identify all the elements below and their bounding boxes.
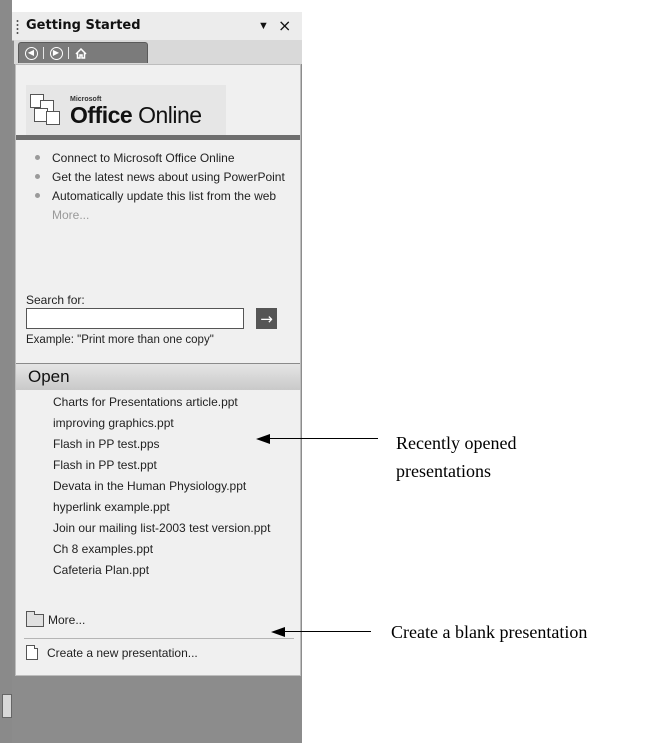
annotation-line [283,631,371,632]
bullet-icon [35,174,40,179]
logo-brand-text: Office Online [70,102,202,129]
link-connect-office-online[interactable]: Connect to Microsoft Office Online [16,151,300,165]
search-go-button[interactable]: → [256,308,277,329]
recent-file-item[interactable]: Charts for Presentations article.ppt [16,395,300,409]
application-window-edge [0,0,12,743]
online-more-link[interactable]: More... [16,208,300,222]
task-pane-title: Getting Started [26,18,141,33]
open-more-link[interactable]: More... [26,610,85,627]
annotation-blank-presentation: Create a blank presentation [391,622,588,642]
task-pane: Getting Started ▼ × ◀ ▶ Microsoft Office… [12,12,302,743]
bullet-icon [35,155,40,160]
annotation-arrowhead [271,627,285,637]
folder-open-icon [26,610,44,627]
recent-file-item[interactable]: Flash in PP test.ppt [16,458,300,472]
search-label: Search for: [26,293,85,307]
annotation-line [268,438,378,439]
annotation-recent-line2: presentations [396,461,491,481]
office-online-logo[interactable]: Microsoft Office Online [26,85,226,135]
navigation-toolbar: ◀ ▶ [14,40,302,64]
annotation-recent-line1: Recently opened [396,433,517,453]
search-input[interactable] [26,308,244,329]
logo-brand-rest: Online [132,102,202,128]
back-arrow-icon: ◀ [24,46,38,60]
window-edge-tab [2,694,12,718]
recent-file-item[interactable]: Join our mailing list-2003 test version.… [16,521,300,535]
link-latest-news[interactable]: Get the latest news about using PowerPoi… [16,170,300,184]
recent-file-item[interactable]: Cafeteria Plan.ppt [16,563,300,577]
home-button[interactable] [69,43,93,63]
grip-handle-icon[interactable] [16,19,19,35]
back-button[interactable]: ◀ [19,43,43,63]
bullet-icon [35,193,40,198]
recent-files-list: Charts for Presentations article.ppt imp… [16,395,300,584]
close-button[interactable]: × [278,16,291,35]
section-divider [24,638,294,639]
task-pane-header: Getting Started ▼ × [12,12,302,41]
new-document-icon [26,645,38,660]
office-online-links: Connect to Microsoft Office Online Get t… [16,151,300,222]
open-section-header: Open [16,363,300,390]
forward-button[interactable]: ▶ [44,43,68,63]
open-section-title: Open [28,367,70,386]
recent-file-item[interactable]: Ch 8 examples.ppt [16,542,300,556]
recent-file-item[interactable]: Devata in the Human Physiology.ppt [16,479,300,493]
office-logo-icon [30,94,64,126]
task-pane-content: Microsoft Office Online Connect to Micro… [15,64,301,676]
logo-divider [16,135,300,140]
navigation-button-group: ◀ ▶ [18,42,148,63]
create-new-presentation-link[interactable]: Create a new presentation... [26,645,198,660]
task-pane-menu-button[interactable]: ▼ [258,20,269,32]
link-auto-update[interactable]: Automatically update this list from the … [16,189,300,203]
recent-file-item[interactable]: improving graphics.ppt [16,416,300,430]
annotation-arrowhead [256,434,270,444]
home-icon [75,47,87,59]
recent-file-item[interactable]: hyperlink example.ppt [16,500,300,514]
search-example: Example: "Print more than one copy" [26,334,214,346]
forward-arrow-icon: ▶ [49,46,63,60]
logo-brand-bold: Office [70,102,133,128]
